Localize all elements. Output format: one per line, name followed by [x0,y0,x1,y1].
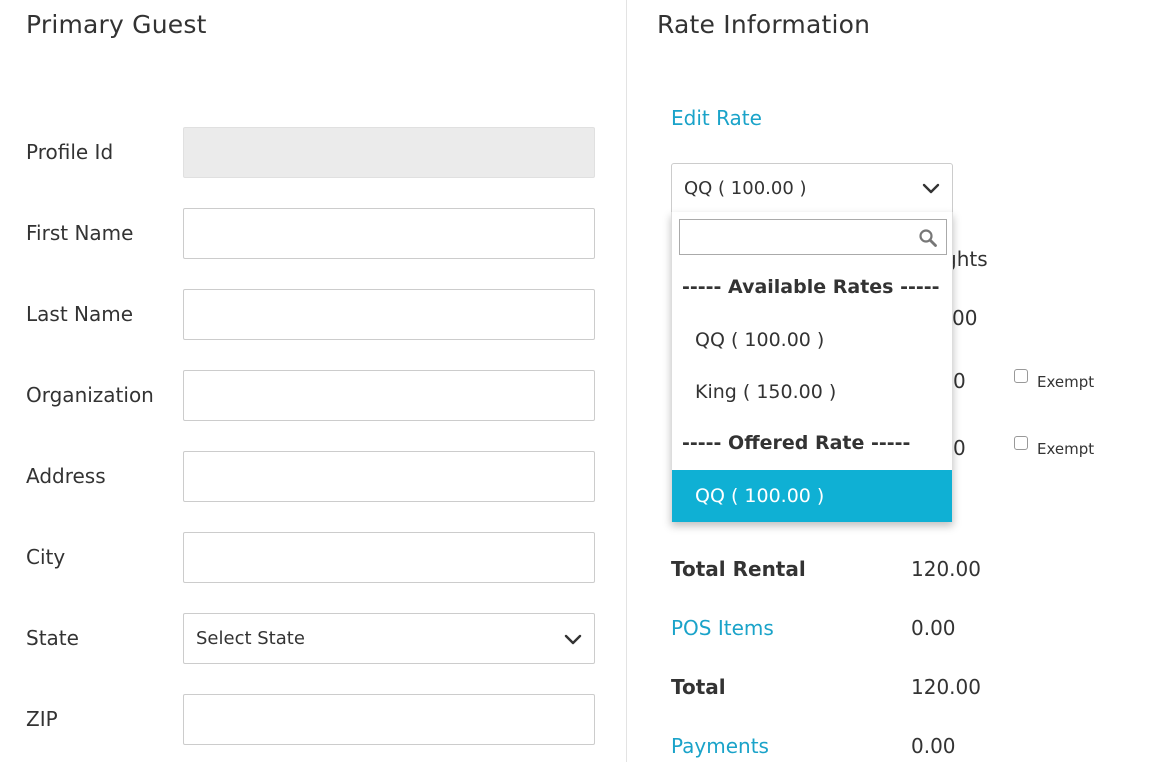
total-rental-label: Total Rental [671,557,806,581]
exempt-checkbox-1[interactable] [1014,369,1028,383]
edit-rate-link[interactable]: Edit Rate [671,106,762,130]
pos-items-value: 0.00 [911,616,956,640]
state-label: State [26,626,79,650]
tax1-amount-partial: 0 [953,369,966,393]
rate-option-king[interactable]: King ( 150.00 ) [672,366,952,418]
exempt-label-1: Exempt [1037,373,1095,391]
first-name-label: First Name [26,221,134,245]
search-icon [919,229,937,247]
last-name-label: Last Name [26,302,134,326]
primary-guest-title: Primary Guest [26,10,207,39]
offered-rate-option-qq[interactable]: QQ ( 100.00 ) [672,470,952,522]
last-name-field[interactable] [183,289,595,340]
state-select-value: Select State [196,628,305,649]
total-value: 120.00 [911,675,981,699]
offered-rate-group: ----- Offered Rate ----- [682,432,911,454]
address-label: Address [26,464,106,488]
rate-select-value: QQ ( 100.00 ) [684,177,807,199]
rate-option-qq[interactable]: QQ ( 100.00 ) [672,314,952,366]
city-field[interactable] [183,532,595,583]
payments-value: 0.00 [911,734,956,758]
rate-select[interactable]: QQ ( 100.00 ) [671,163,953,213]
rate-search-input[interactable] [679,219,947,255]
pos-items-link[interactable]: POS Items [671,616,774,640]
profile-id-field [183,127,595,178]
total-label: Total [671,675,726,699]
rate-dropdown-panel: ----- Available Rates ----- QQ ( 100.00 … [671,212,953,522]
payments-link[interactable]: Payments [671,734,769,758]
total-rental-value: 120.00 [911,557,981,581]
first-name-field[interactable] [183,208,595,259]
profile-id-label: Profile Id [26,140,114,164]
rate-amount-partial: 00 [952,306,978,330]
chevron-down-icon [564,634,582,644]
organization-field[interactable] [183,370,595,421]
rate-information-title: Rate Information [657,10,871,39]
state-select[interactable]: Select State [183,613,595,664]
organization-label: Organization [26,383,154,407]
zip-field[interactable] [183,694,595,745]
available-rates-group: ----- Available Rates ----- [682,276,940,298]
chevron-down-icon [922,183,940,194]
exempt-label-2: Exempt [1037,440,1095,458]
address-field[interactable] [183,451,595,502]
section-divider [626,0,627,762]
zip-label: ZIP [26,707,58,731]
exempt-checkbox-2[interactable] [1014,436,1028,450]
city-label: City [26,545,66,569]
tax2-amount-partial: 0 [953,436,966,460]
